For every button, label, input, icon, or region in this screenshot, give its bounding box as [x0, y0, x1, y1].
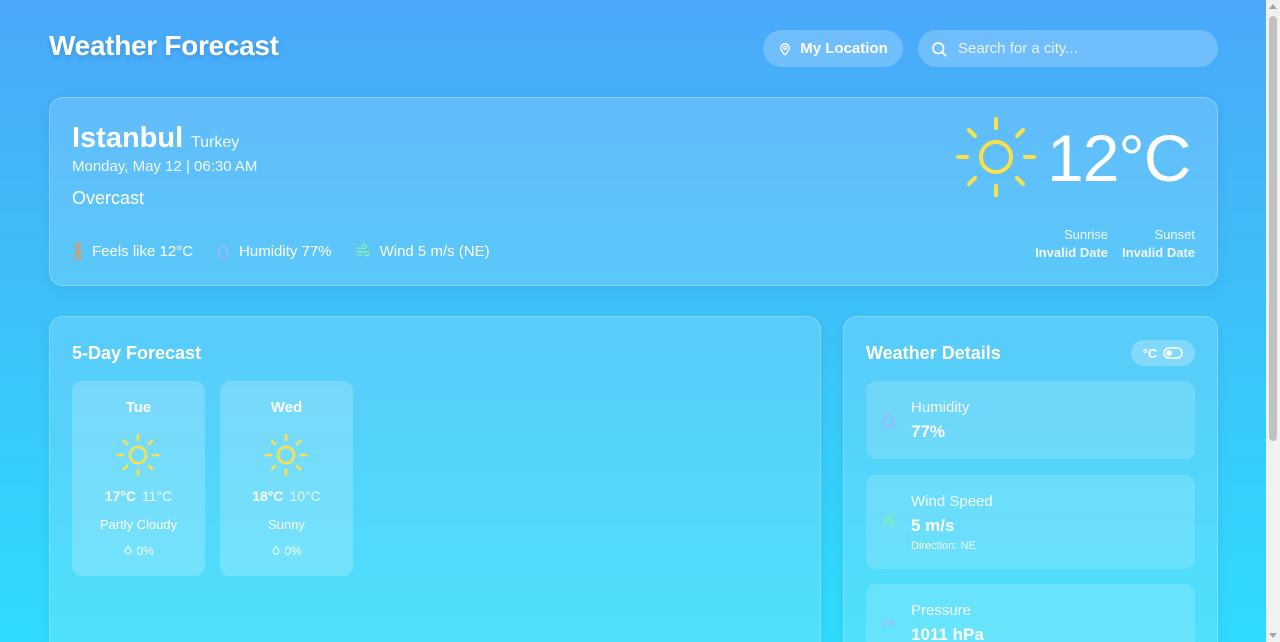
city-name: Istanbul [72, 122, 184, 154]
detail-sub: Direction: NE [911, 540, 976, 552]
sun-times: Sunrise Invalid Date Sunset Invalid Date [1035, 227, 1195, 260]
forecast-temps: 18°C 10°C [220, 488, 353, 504]
details-title: Weather Details [866, 343, 1001, 363]
detail-value: 1011 hPa [911, 625, 984, 642]
detail-pressure: Pressure 1011 hPa [866, 584, 1195, 642]
my-location-label: My Location [800, 40, 888, 57]
wind-icon [355, 243, 370, 257]
forecast-day-card[interactable]: Wed 18°C 10°C Sunny 0% [220, 381, 353, 576]
wind-stat: Wind 5 m/s (NE) [354, 242, 490, 260]
sunset: Sunset Invalid Date [1122, 227, 1195, 260]
detail-value: 77% [911, 422, 946, 441]
forecast-day-card[interactable]: Tue 17°C 11°C Partly Cloudy 0% [72, 381, 205, 576]
search-icon [932, 41, 947, 57]
humidity-text: Humidity 77% [239, 242, 332, 260]
detail-label: Wind Speed [911, 493, 993, 510]
forecast-low: 11°C [142, 488, 173, 504]
current-weather-card: Istanbul Turkey Monday, May 12 | 06:30 A… [49, 97, 1218, 286]
forecast-high: 18°C [252, 488, 284, 504]
sunrise-value: Invalid Date [1035, 245, 1109, 260]
detail-value: 5 m/s [911, 516, 955, 535]
scroll-up-arrow[interactable] [1269, 4, 1277, 9]
humidity-stat: Humidity 77% [215, 242, 332, 260]
sun-icon [116, 433, 160, 477]
search-input[interactable] [956, 39, 1200, 58]
forecast-rain: 0% [220, 544, 353, 558]
current-datetime: Monday, May 12 | 06:30 AM [72, 158, 258, 175]
detail-label: Humidity [911, 399, 970, 416]
forecast-card: 5-Day Forecast Tue 17°C 11°C Partly Cloud… [49, 316, 821, 642]
forecast-rain-value: 0% [136, 544, 154, 558]
scroll-down-arrow[interactable] [1269, 633, 1277, 638]
weather-details-card: Weather Details °C Humidity 77% Wind Spe… [843, 316, 1218, 642]
forecast-low: 10°C [289, 488, 321, 504]
detail-wind-speed: Wind Speed 5 m/s Direction: NE [866, 475, 1195, 569]
forecast-title: 5-Day Forecast [72, 343, 202, 363]
droplet-icon [217, 243, 229, 259]
forecast-high: 17°C [104, 488, 137, 504]
unit-toggle[interactable]: °C [1131, 340, 1195, 366]
sunset-value: Invalid Date [1122, 245, 1195, 260]
scroll-thumb[interactable] [1269, 16, 1277, 441]
gauge-icon [883, 620, 895, 627]
wind-text: Wind 5 m/s (NE) [379, 242, 490, 260]
forecast-condition: Partly Cloudy [99, 517, 178, 532]
weather-app: Weather Forecast My Location Istanbul Tu… [0, 0, 1266, 642]
sunrise: Sunrise Invalid Date [1035, 227, 1108, 260]
country-name: Turkey [191, 134, 240, 151]
city-search[interactable] [918, 30, 1218, 67]
droplet-icon [124, 545, 132, 555]
page-scrollbar[interactable] [1266, 0, 1280, 642]
toggle-icon [1163, 347, 1184, 359]
sun-icon [264, 433, 308, 477]
droplet-icon [272, 545, 280, 555]
droplet-icon [882, 412, 896, 429]
sunrise-label: Sunrise [1063, 227, 1109, 242]
forecast-condition: Sunny [268, 517, 305, 532]
current-condition: Overcast [72, 188, 145, 208]
forecast-rain-value: 0% [284, 544, 302, 558]
sunset-label: Sunset [1154, 227, 1195, 242]
thermometer-icon [74, 242, 82, 260]
current-stats: Feels like 12°C Humidity 77% Wind 5 m/s … [72, 242, 490, 260]
wind-icon [882, 513, 896, 527]
forecast-temps: 17°C 11°C [72, 488, 205, 504]
feels-like-stat: Feels like 12°C [72, 242, 193, 260]
feels-like-text: Feels like 12°C [92, 242, 194, 260]
map-pin-icon [780, 42, 791, 56]
forecast-day-name: Wed [270, 399, 303, 416]
forecast-day-name: Tue [125, 399, 152, 416]
detail-label: Pressure [911, 602, 972, 619]
forecast-rain: 0% [72, 544, 205, 558]
unit-label: °C [1142, 345, 1158, 361]
current-temperature: 12°C [1047, 121, 1191, 195]
detail-humidity: Humidity 77% [866, 381, 1195, 459]
sun-icon [956, 117, 1036, 197]
my-location-button[interactable]: My Location [763, 30, 903, 67]
app-title: Weather Forecast [49, 30, 279, 61]
